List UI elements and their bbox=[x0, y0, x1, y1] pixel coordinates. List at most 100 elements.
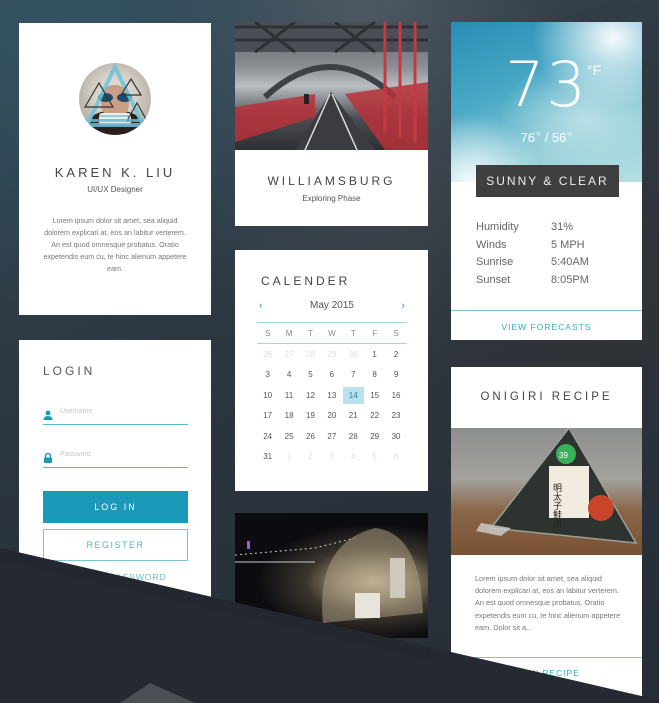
triangle-pattern-icon bbox=[83, 63, 149, 127]
calendar-day[interactable]: 18 bbox=[278, 407, 299, 424]
calendar-day[interactable]: 26 bbox=[300, 428, 321, 445]
bridge-photo bbox=[235, 22, 428, 150]
calendar-day[interactable]: 28 bbox=[300, 346, 321, 363]
calendar-day[interactable]: 16 bbox=[385, 387, 406, 404]
calendar-day[interactable]: 8 bbox=[364, 366, 385, 383]
calendar-day[interactable]: 3 bbox=[321, 448, 342, 465]
recipe-description: Lorem ipsum dolor sit amet, sea aliquid … bbox=[475, 574, 621, 632]
weekday-label: M bbox=[285, 328, 293, 338]
calendar-day[interactable]: 4 bbox=[278, 366, 299, 383]
calendar-title: CALENDER bbox=[261, 274, 351, 288]
night-photo bbox=[235, 528, 423, 623]
profile-name: KAREN K. LIU bbox=[54, 165, 176, 180]
calendar-card: CALENDER ‹ May 2015 › S M T W T F S 26 27… bbox=[235, 250, 428, 491]
login-card: LOGIN LOG IN REGISTER FORGOT PASSWORD bbox=[19, 340, 211, 600]
calendar-day[interactable]: 15 bbox=[364, 387, 385, 404]
username-input[interactable] bbox=[60, 408, 180, 415]
calendar-day[interactable]: 21 bbox=[343, 407, 364, 424]
williamsburg-card[interactable]: WILLIAMSBURG Exploring Phase bbox=[235, 22, 428, 226]
weekday-label: W bbox=[328, 328, 336, 338]
stat-row: Sunrise 5:40AM bbox=[476, 256, 589, 268]
calendar-day[interactable]: 29 bbox=[364, 428, 385, 445]
view-forecasts-link[interactable]: VIEW FORECASTS bbox=[451, 310, 642, 340]
login-button[interactable]: LOG IN bbox=[43, 491, 188, 523]
calendar-day[interactable]: 7 bbox=[343, 366, 364, 383]
calendar-day[interactable]: 30 bbox=[385, 428, 406, 445]
calendar-day[interactable]: 6 bbox=[321, 366, 342, 383]
sticker-text: 39 bbox=[559, 451, 568, 460]
package-label: 明太子鮭魚 bbox=[551, 483, 562, 529]
calendar-day[interactable]: 10 bbox=[257, 387, 278, 404]
calendar-day[interactable]: 25 bbox=[278, 428, 299, 445]
weekday-header: S M T W T F S bbox=[257, 322, 407, 344]
calendar-day[interactable]: 5 bbox=[364, 448, 385, 465]
current-temperature: 73 bbox=[505, 48, 588, 121]
calendar-day[interactable]: 19 bbox=[300, 407, 321, 424]
calendar-week: 10 11 12 13 14 15 16 bbox=[257, 385, 407, 406]
weekday-label: S bbox=[265, 328, 271, 338]
calendar-day[interactable]: 9 bbox=[385, 366, 406, 383]
calendar-day[interactable]: 20 bbox=[321, 407, 342, 424]
username-field[interactable] bbox=[43, 407, 188, 425]
calendar-day[interactable]: 30 bbox=[343, 346, 364, 363]
williamsburg-subtitle: Exploring Phase bbox=[302, 194, 361, 203]
calendar-day[interactable]: 12 bbox=[300, 387, 321, 404]
calendar-day[interactable]: 23 bbox=[385, 407, 406, 424]
calendar-week: 3456789 bbox=[257, 365, 407, 386]
calendar-day[interactable]: 11 bbox=[278, 387, 299, 404]
calendar-day-selected[interactable]: 14 bbox=[342, 386, 364, 404]
weekday-label: S bbox=[393, 328, 399, 338]
calendar-day[interactable]: 27 bbox=[278, 346, 299, 363]
weekday-label: T bbox=[350, 328, 356, 338]
user-icon bbox=[43, 410, 53, 420]
night-photo-card[interactable] bbox=[235, 513, 428, 638]
calendar-day[interactable]: 26 bbox=[257, 346, 278, 363]
calendar-day[interactable]: 22 bbox=[364, 407, 385, 424]
lock-icon bbox=[44, 453, 52, 463]
weekday-label: F bbox=[372, 328, 378, 338]
calendar-week: 26 27 28 29 30 1 2 bbox=[257, 344, 407, 365]
calendar-day[interactable]: 6 bbox=[385, 448, 406, 465]
onigiri-photo: 39 明太子鮭魚 bbox=[451, 428, 642, 555]
calendar-week: 17 18 19 20 21 22 23 bbox=[257, 406, 407, 427]
view-recipe-link[interactable]: VIEW RECIPE bbox=[451, 657, 642, 687]
calendar-day[interactable]: 31 bbox=[257, 448, 278, 465]
calendar-day[interactable]: 3 bbox=[257, 366, 278, 383]
calendar-day[interactable]: 2 bbox=[300, 448, 321, 465]
calendar-week: 31 1 2 3 4 5 6 bbox=[257, 447, 407, 468]
calendar-day[interactable]: 17 bbox=[257, 407, 278, 424]
low-temp: 56 bbox=[551, 130, 567, 145]
calendar-day[interactable]: 5 bbox=[300, 366, 321, 383]
calendar-day[interactable]: 1 bbox=[364, 346, 385, 363]
calendar-grid: S M T W T F S 26 27 28 29 30 1 2 3 4 5 6 7 8 9 10 11 12 1… bbox=[257, 322, 407, 467]
calendar-week: 24 25 26 27 28 29 30 bbox=[257, 426, 407, 447]
williamsburg-title: WILLIAMSBURG bbox=[267, 174, 396, 188]
stat-row: Sunset 8:05PM bbox=[476, 273, 589, 286]
chevron-right-icon[interactable]: › bbox=[401, 300, 405, 312]
weather-condition: SUNNY & CLEAR bbox=[476, 165, 619, 197]
calendar-day[interactable]: 4 bbox=[343, 448, 364, 465]
login-title: LOGIN bbox=[43, 364, 96, 378]
password-field[interactable] bbox=[43, 450, 188, 468]
calendar-day[interactable]: 2 bbox=[385, 346, 406, 363]
recipe-title: ONIGIRI RECIPE bbox=[480, 391, 613, 403]
calendar-nav: ‹ May 2015 › bbox=[259, 300, 405, 314]
calendar-day[interactable]: 13 bbox=[321, 387, 342, 404]
register-button[interactable]: REGISTER bbox=[43, 529, 188, 561]
calendar-day[interactable]: 24 bbox=[257, 428, 278, 445]
calendar-month: May 2015 bbox=[310, 300, 354, 311]
profile-bio: Lorem ipsum dolor sit amet, sea aliquid … bbox=[43, 216, 187, 273]
avatar bbox=[79, 63, 151, 135]
weekday-label: T bbox=[308, 328, 313, 338]
high-low-temperature: 76°F / 56°F bbox=[520, 130, 573, 145]
calendar-day[interactable]: 29 bbox=[321, 346, 342, 363]
calendar-day[interactable]: 1 bbox=[278, 448, 299, 465]
temperature-unit: °F bbox=[587, 62, 602, 78]
profile-role: UI/UX Designer bbox=[87, 185, 143, 194]
password-input[interactable] bbox=[60, 451, 180, 458]
high-temp: 76 bbox=[520, 130, 535, 145]
onigiri-recipe-card: ONIGIRI RECIPE 39 明太子鮭魚 Lorem ipsum dolo… bbox=[451, 367, 642, 697]
calendar-day[interactable]: 27 bbox=[321, 428, 342, 445]
calendar-day[interactable]: 28 bbox=[343, 428, 364, 445]
forgot-password-link[interactable]: FORGOT PASSWORD bbox=[43, 572, 188, 582]
